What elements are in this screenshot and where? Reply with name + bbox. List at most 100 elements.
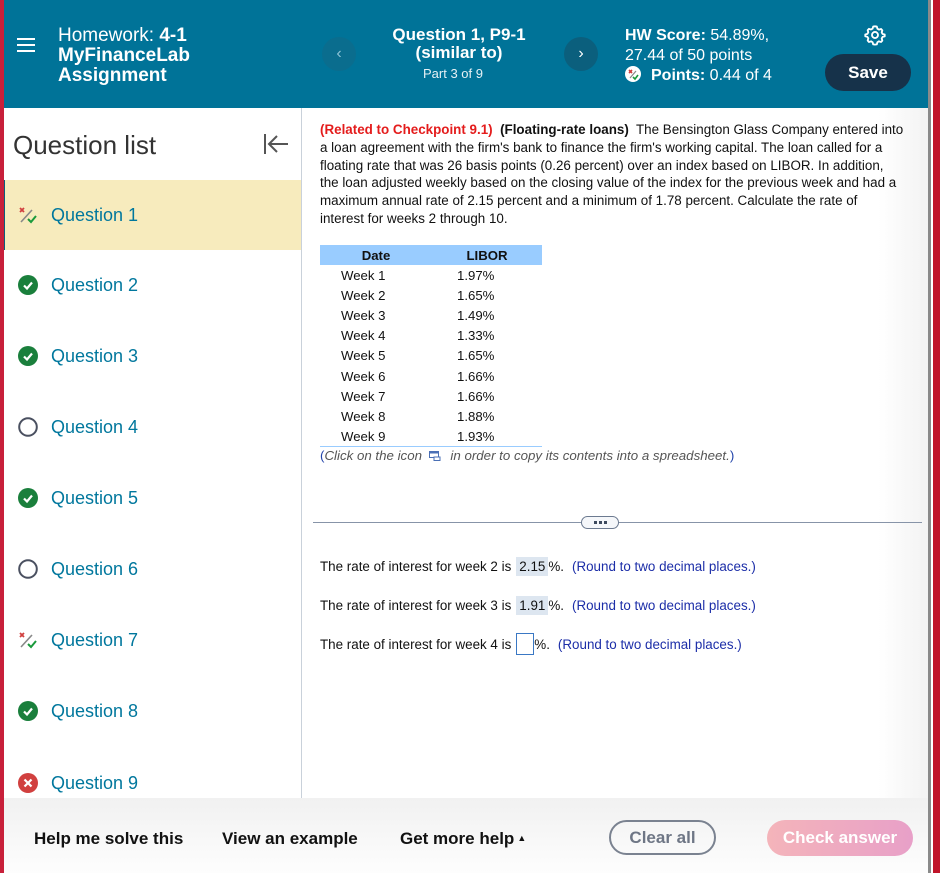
partial-credit-icon <box>625 66 641 82</box>
sidebar-item-question-1[interactable]: Question 1 <box>0 180 301 250</box>
sidebar-item-label: Question 1 <box>51 204 139 225</box>
hamburger-menu-icon[interactable] <box>17 38 35 54</box>
unanswered-circle-icon <box>18 417 38 437</box>
table-header-row: Date LIBOR <box>320 245 542 265</box>
sidebar-item-question-2[interactable]: Question 2 <box>0 250 301 320</box>
correct-check-icon <box>18 275 38 295</box>
date-cell: Week 3 <box>341 307 386 323</box>
previous-question-button[interactable]: ‹ <box>322 37 356 71</box>
points-label: Points: <box>651 67 706 84</box>
column-header-libor: LIBOR <box>432 245 542 265</box>
assignment-name-line2: Assignment <box>58 65 167 86</box>
table-row: Week 3 1.49% <box>320 305 542 325</box>
table-row: Week 1 1.97% <box>320 265 542 285</box>
sidebar-item-question-5[interactable]: Question 5 <box>0 463 301 533</box>
sidebar-item-question-6[interactable]: Question 6 <box>0 534 301 604</box>
sidebar-item-question-7[interactable]: Question 7 <box>0 605 301 675</box>
answer-prompt: The rate of interest for week 2 is <box>320 558 512 574</box>
homework-label: Homework: <box>58 25 155 46</box>
answer-input-week-4[interactable] <box>516 633 535 655</box>
rounding-hint: (Round to two decimal places.) <box>571 558 756 574</box>
libor-cell: 1.93% <box>432 426 542 448</box>
sidebar-item-label: Question 8 <box>51 700 139 721</box>
view-example-button[interactable]: View an example <box>222 829 358 849</box>
date-cell: Week 6 <box>341 368 386 384</box>
chevron-right-icon: › <box>578 45 584 62</box>
unanswered-circle-icon <box>18 559 38 579</box>
hw-points: 27.44 of 50 points <box>625 47 753 64</box>
partial-credit-icon <box>18 630 38 650</box>
paren-close: ) <box>729 448 735 463</box>
header: Homework: 4-1 MyFinanceLab Assignment ‹ … <box>0 0 928 108</box>
percent-suffix: %. <box>534 636 550 652</box>
settings-gear-icon[interactable] <box>864 24 886 46</box>
clear-all-button[interactable]: Clear all <box>609 820 716 855</box>
help-me-solve-button[interactable]: Help me solve this <box>34 829 183 849</box>
percent-suffix: %. <box>548 597 564 613</box>
left-window-edge <box>0 0 4 873</box>
footer-toolbar: Help me solve this View an example Get m… <box>0 798 928 873</box>
app-frame: Homework: 4-1 MyFinanceLab Assignment ‹ … <box>0 0 940 873</box>
caret-up-icon: ▲ <box>517 833 527 843</box>
libor-cell: 1.65% <box>457 287 495 303</box>
question-content: (Related to Checkpoint 9.1) (Floating-ra… <box>303 108 928 798</box>
get-more-help-label: Get more help <box>400 829 515 848</box>
libor-cell: 1.66% <box>457 368 495 384</box>
sidebar-item-label: Question 5 <box>51 487 139 508</box>
scrollbar[interactable] <box>928 0 931 873</box>
question-list-title: Question list <box>13 130 157 160</box>
question-title: Question 1, P9-1 (similar to) <box>372 26 546 62</box>
question-list-sidebar: Question list Question 1 Question 2 Ques… <box>0 108 302 798</box>
right-window-edge <box>933 0 940 873</box>
table-row: Week 4 1.33% <box>320 326 542 346</box>
related-checkpoint: (Related to Checkpoint 9.1) <box>320 122 493 137</box>
column-header-date: Date <box>320 245 432 265</box>
save-button[interactable]: Save <box>825 54 911 91</box>
problem-statement: (Related to Checkpoint 9.1) (Floating-ra… <box>320 121 905 228</box>
correct-check-icon <box>18 346 38 366</box>
answer-input-week-2[interactable]: 2.15 <box>516 556 549 576</box>
table-row: Week 8 1.88% <box>320 406 542 426</box>
sidebar-item-label: Question 3 <box>51 345 139 366</box>
next-question-button[interactable]: › <box>564 37 598 71</box>
hw-score: HW Score: 54.89%, 27.44 of 50 points Poi… <box>625 26 772 86</box>
libor-cell: 1.33% <box>457 328 495 344</box>
date-cell: Week 8 <box>341 408 386 424</box>
collapse-sidebar-icon[interactable] <box>262 132 290 156</box>
sidebar-item-label: Question 2 <box>51 274 139 295</box>
hw-score-label: HW Score: <box>625 27 706 44</box>
expand-more-button[interactable] <box>581 516 619 529</box>
correct-check-icon <box>18 488 38 508</box>
percent-suffix: %. <box>548 558 564 574</box>
answer-prompt: The rate of interest for week 4 is <box>320 636 512 652</box>
check-answer-button[interactable]: Check answer <box>767 820 913 856</box>
sidebar-item-label: Question 9 <box>51 772 139 793</box>
question-part: Part 3 of 9 <box>423 66 483 81</box>
hw-score-value: 54.89%, <box>710 27 770 44</box>
homework-number: 4-1 <box>159 25 187 46</box>
sidebar-item-question-8[interactable]: Question 8 <box>0 676 301 746</box>
correct-check-icon <box>18 701 38 721</box>
date-cell: Week 4 <box>341 328 386 344</box>
rounding-hint: (Round to two decimal places.) <box>557 636 742 652</box>
get-more-help-button[interactable]: Get more help ▲ <box>400 829 526 849</box>
answer-input-week-3[interactable]: 1.91 <box>516 595 549 615</box>
sidebar-item-question-4[interactable]: Question 4 <box>0 392 301 462</box>
answer-week-4: The rate of interest for week 4 is %. (R… <box>320 633 742 655</box>
question-title-line1: Question 1, P9-1 <box>392 25 526 44</box>
assignment-name-line1: MyFinanceLab <box>58 45 190 66</box>
table-row: Week 9 1.93% <box>320 426 542 448</box>
sidebar-item-question-3[interactable]: Question 3 <box>0 321 301 391</box>
copy-to-spreadsheet-icon[interactable] <box>428 449 441 461</box>
libor-cell: 1.97% <box>457 267 495 283</box>
partial-credit-icon <box>18 205 38 225</box>
date-cell: Week 5 <box>341 348 386 364</box>
rounding-hint: (Round to two decimal places.) <box>571 597 756 613</box>
copy-note-after: in order to copy its contents into a spr… <box>450 448 730 463</box>
homework-title: Homework: 4-1 MyFinanceLab Assignment <box>58 26 190 86</box>
chevron-left-icon: ‹ <box>336 45 342 62</box>
table-row: Week 7 1.66% <box>320 386 542 406</box>
incorrect-x-icon <box>18 773 38 793</box>
points-value: 0.44 of 4 <box>709 67 772 84</box>
table-row: Week 5 1.65% <box>320 346 542 366</box>
